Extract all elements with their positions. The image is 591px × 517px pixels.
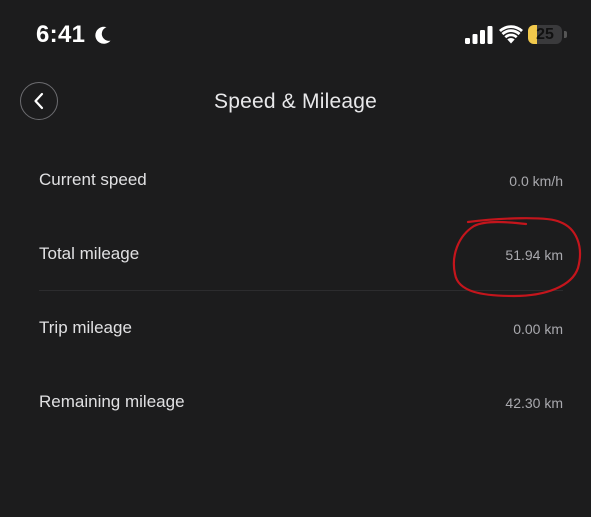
remaining-mileage-value: 42.30 km	[505, 395, 563, 411]
total-mileage-label: Total mileage	[39, 244, 140, 263]
wifi-icon	[499, 25, 523, 44]
list-item-trip-mileage: Trip mileage 0.00 km	[39, 290, 563, 364]
cellular-signal-icon	[465, 26, 493, 44]
battery-icon: 25	[528, 25, 562, 44]
status-time: 6:41	[36, 21, 86, 48]
list-item-current-speed: Current speed 0.0 km/h	[39, 142, 563, 216]
total-mileage-value: 51.94 km	[505, 247, 563, 263]
trip-mileage-label: Trip mileage	[39, 318, 132, 337]
page-title: Speed & Mileage	[214, 90, 377, 113]
list-item-total-mileage: Total mileage 51.94 km	[39, 216, 563, 290]
remaining-mileage-label: Remaining mileage	[39, 392, 185, 411]
moon-icon	[95, 26, 111, 44]
battery-level-text: 25	[536, 26, 554, 43]
list-item-remaining-mileage: Remaining mileage 42.30 km	[39, 364, 563, 438]
trip-mileage-value: 0.00 km	[513, 321, 563, 337]
battery-cap	[564, 31, 567, 38]
current-speed-label: Current speed	[39, 170, 147, 189]
current-speed-value: 0.0 km/h	[509, 173, 563, 189]
